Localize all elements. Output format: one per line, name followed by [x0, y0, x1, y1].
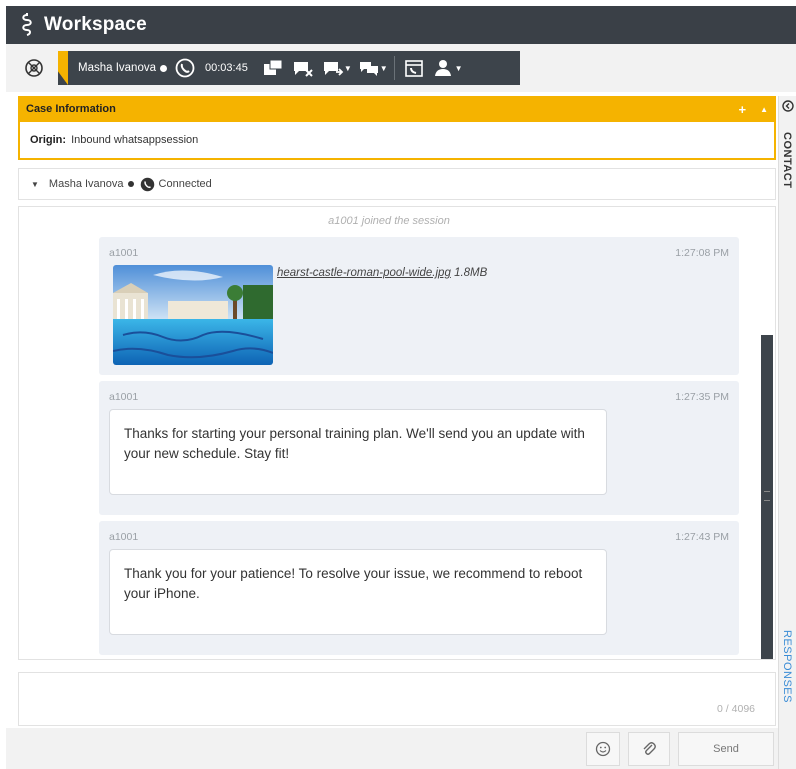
transfer-button[interactable] — [258, 51, 288, 85]
chat-message: a1001 1:27:43 PM Thank you for your pati… — [99, 521, 739, 655]
end-chat-icon — [293, 62, 313, 77]
side-panel-tabs: CONTACT RESPONSES — [778, 96, 796, 769]
message-sender: a1001 — [109, 391, 139, 403]
contact-tab[interactable]: CONTACT — [781, 132, 793, 188]
workspace-logo-icon — [22, 13, 32, 36]
character-counter: 0 / 4096 — [717, 703, 755, 715]
case-information-title: Case Information — [26, 103, 116, 115]
composer-actions: Send — [6, 728, 778, 769]
message-sender: a1001 — [109, 531, 139, 543]
interaction-toolbar-row: Masha Ivanova 00:03:45 ▼ ▼ ▼ — [6, 44, 796, 92]
collapse-case-icon[interactable]: ▲ — [760, 105, 768, 114]
forward-dropdown-icon[interactable]: ▼ — [344, 64, 352, 73]
transcript-scrollbar[interactable] — [761, 335, 773, 659]
attach-file-button[interactable] — [628, 732, 670, 766]
close-interaction-icon[interactable] — [24, 58, 44, 78]
presence-dot-icon — [160, 64, 167, 72]
origin-label: Origin: — [30, 134, 67, 146]
chat-transcript[interactable]: a1001 joined the session a1001 1:27:08 P… — [18, 206, 776, 660]
origin-value: Inbound whatsappsession — [71, 134, 199, 146]
scrollbar-grip[interactable] — [764, 491, 770, 501]
message-bubble: Thanks for starting your personal traini… — [109, 409, 607, 495]
add-case-data-icon[interactable]: + — [738, 102, 746, 117]
case-information-header[interactable]: Case Information + ▲ — [18, 96, 776, 122]
attachment-link[interactable]: hearst-castle-roman-pool-wide.jpg — [277, 267, 451, 279]
party-dropdown-icon[interactable]: ▼ — [455, 64, 463, 73]
emoji-button[interactable] — [586, 732, 620, 766]
app-title: Workspace — [44, 14, 147, 35]
forward-chat-icon — [323, 62, 344, 76]
responses-tab[interactable]: RESPONSES — [781, 630, 793, 703]
smiley-icon — [595, 741, 611, 757]
message-input[interactable]: 0 / 4096 — [18, 672, 776, 726]
interaction-bar: Masha Ivanova 00:03:45 ▼ ▼ ▼ — [58, 51, 520, 85]
expand-panel-icon[interactable] — [782, 100, 794, 112]
participant-name: Masha Ivanova — [48, 178, 124, 190]
attachment-info: hearst-castle-roman-pool-wide.jpg 1.8MB — [277, 267, 487, 279]
person-icon — [434, 60, 451, 76]
participant-row[interactable]: ▼ Masha Ivanova Connected — [18, 168, 776, 200]
interaction-timer: 00:03:45 — [205, 62, 248, 74]
whatsapp-icon — [140, 177, 154, 191]
chat-message: a1001 1:27:35 PM Thanks for starting you… — [99, 381, 739, 515]
presence-dot-icon — [127, 181, 134, 187]
expand-participant-icon[interactable]: ▼ — [31, 180, 39, 189]
message-time: 1:27:35 PM — [675, 391, 729, 403]
chat-message: a1001 1:27:08 PM hearst-castle-roman-poo… — [99, 237, 739, 375]
toolbar-separator — [393, 56, 395, 80]
message-time: 1:27:43 PM — [675, 531, 729, 543]
whatsapp-icon — [175, 58, 195, 78]
contact-name[interactable]: Masha Ivanova — [78, 62, 156, 74]
conference-dropdown-icon[interactable]: ▼ — [380, 64, 388, 73]
title-bar: Workspace — [6, 6, 796, 44]
message-sender: a1001 — [109, 247, 139, 259]
paperclip-icon — [643, 742, 656, 755]
schedule-callback-icon — [404, 60, 423, 77]
participant-status: Connected — [158, 178, 212, 190]
message-time: 1:27:08 PM — [675, 247, 729, 259]
end-chat-button[interactable] — [288, 51, 318, 85]
interaction-flag — [58, 51, 68, 85]
transfer-icon — [263, 59, 283, 75]
schedule-callback-button[interactable] — [399, 51, 429, 85]
image-thumbnail[interactable] — [113, 265, 273, 365]
message-bubble: Thank you for your patience! To resolve … — [109, 549, 607, 635]
conference-chat-icon — [359, 62, 378, 76]
attachment-size: 1.8MB — [454, 267, 488, 279]
case-information-body: Origin: Inbound whatsappsession — [18, 122, 776, 160]
send-button[interactable]: Send — [678, 732, 774, 766]
system-message: a1001 joined the session — [328, 215, 450, 227]
